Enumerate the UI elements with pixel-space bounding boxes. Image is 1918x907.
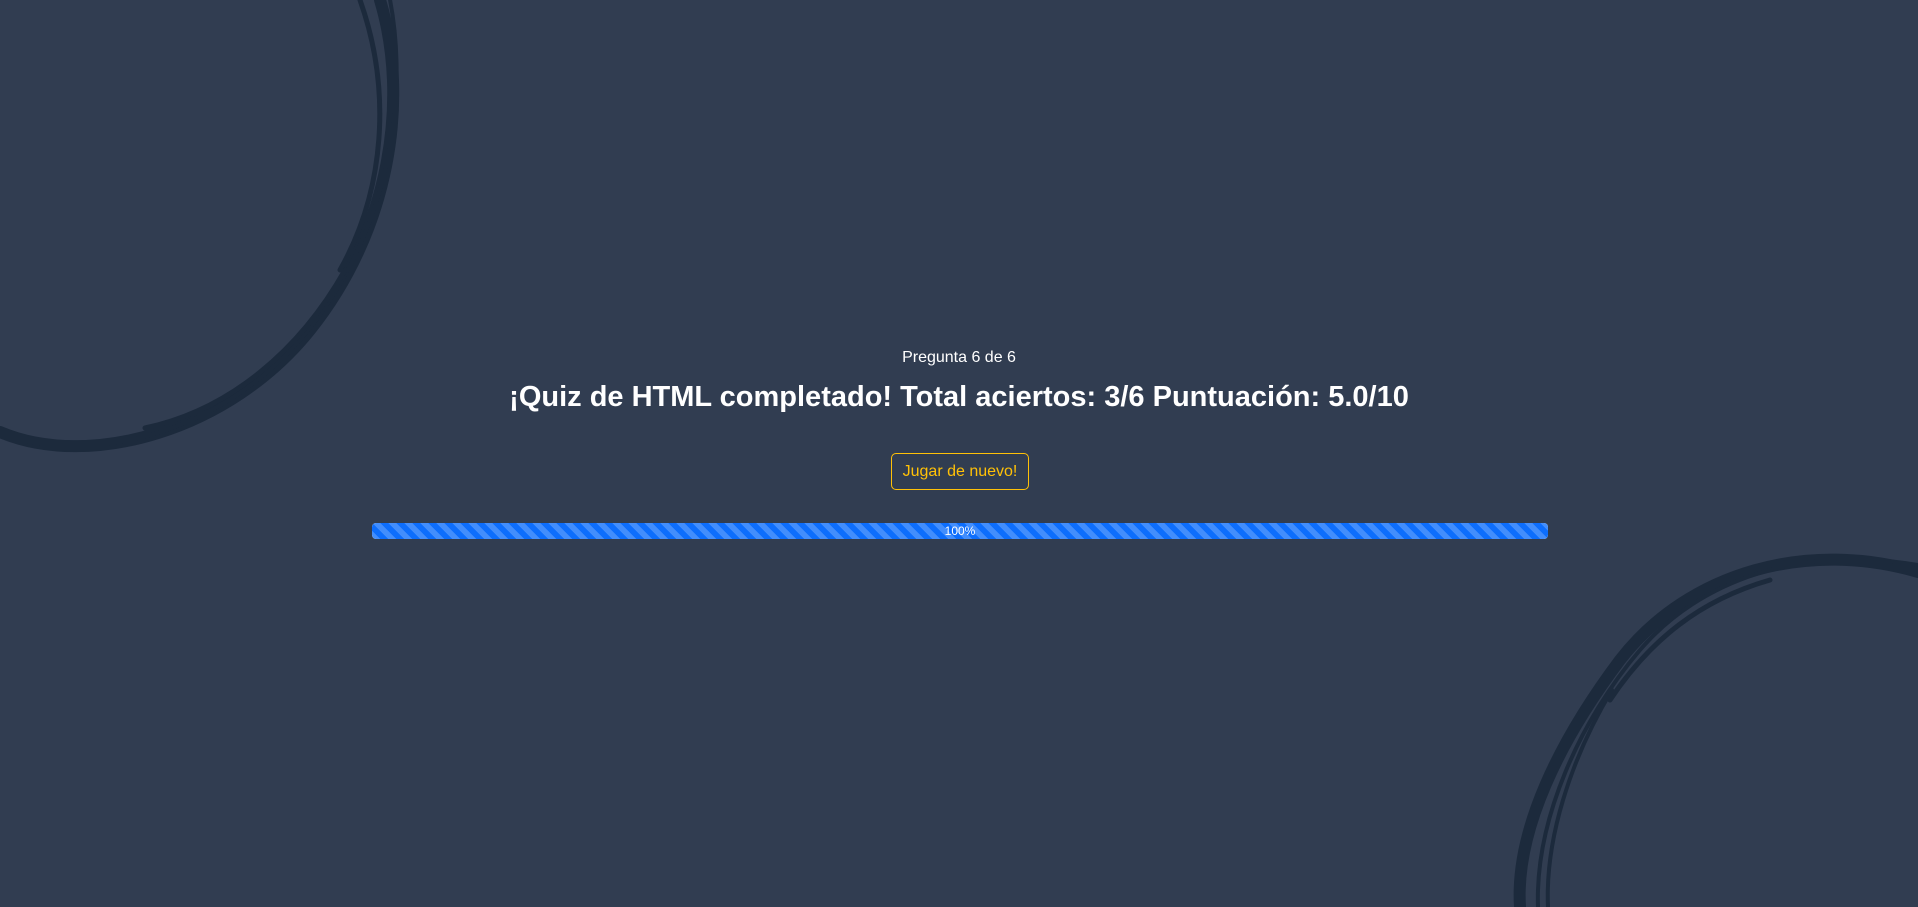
quiz-progress-bar: 100%	[372, 523, 1548, 539]
progress-label: 100%	[944, 524, 976, 538]
quiz-result-panel: Pregunta 6 de 6 ¡Quiz de HTML completado…	[0, 0, 1918, 907]
question-counter: Pregunta 6 de 6	[902, 349, 1016, 366]
play-again-button[interactable]: Jugar de nuevo!	[891, 453, 1029, 490]
progress-fill: 100%	[372, 523, 1548, 539]
quiz-result-title: ¡Quiz de HTML completado! Total aciertos…	[509, 381, 1409, 413]
